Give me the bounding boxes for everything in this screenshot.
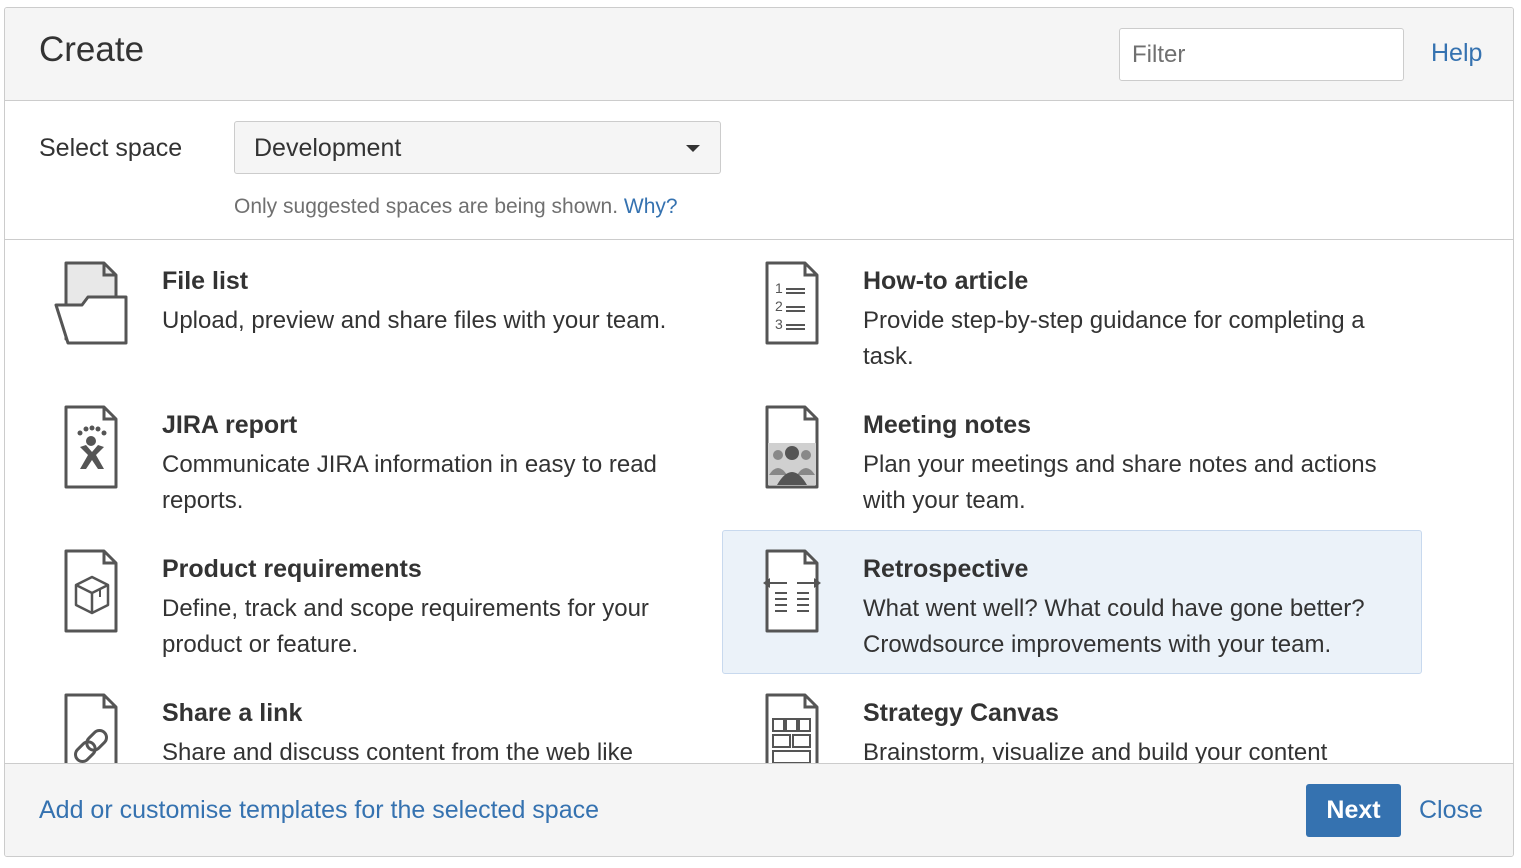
template-meeting-notes[interactable]: Meeting notes Plan your meetings and sha… <box>722 392 1422 536</box>
people-icon <box>765 405 819 489</box>
dialog-header: Create Help <box>5 8 1513 101</box>
template-name: How-to article <box>863 267 1029 295</box>
template-list: File list Upload, preview and share file… <box>5 240 1513 763</box>
template-share-a-link[interactable]: Share a link Share and discuss content f… <box>21 680 721 763</box>
template-description: Provide step-by-step guidance for comple… <box>863 307 1365 370</box>
template-name: Retrospective <box>863 555 1029 583</box>
create-dialog: Create Help Select space Development Onl… <box>4 7 1514 857</box>
template-file-list[interactable]: File list Upload, preview and share file… <box>21 248 721 392</box>
svg-text:1: 1 <box>775 280 783 296</box>
space-select[interactable]: Development <box>234 121 721 174</box>
space-select-value: Development <box>254 134 402 162</box>
template-name: Share a link <box>162 699 303 727</box>
template-how-to-article[interactable]: 1 2 3 How-to article Provide step-by-ste… <box>722 248 1422 392</box>
svg-text:2: 2 <box>775 298 783 314</box>
template-description: Communicate JIRA information in easy to … <box>162 451 657 514</box>
template-product-requirements[interactable]: Product requirements Define, track and s… <box>21 536 721 680</box>
retrospective-icon <box>763 549 821 633</box>
dialog-footer: Add or customise templates for the selec… <box>5 763 1513 856</box>
template-name: Strategy Canvas <box>863 699 1059 727</box>
dialog-title: Create <box>39 30 145 69</box>
chevron-down-icon <box>686 145 700 152</box>
template-strategy-canvas[interactable]: Strategy Canvas Brainstorm, visualize an… <box>722 680 1422 763</box>
template-retrospective[interactable]: Retrospective What went well? What could… <box>722 530 1422 674</box>
template-name: File list <box>162 267 249 295</box>
template-description: What went well? What could have gone bet… <box>863 595 1365 658</box>
select-space-label: Select space <box>39 134 183 162</box>
next-button[interactable]: Next <box>1306 784 1401 837</box>
template-description: Plan your meetings and share notes and a… <box>863 451 1377 514</box>
svg-text:3: 3 <box>775 316 783 332</box>
folder-icon <box>54 261 128 345</box>
close-link[interactable]: Close <box>1419 796 1483 825</box>
box-icon <box>64 549 118 633</box>
template-jira-report[interactable]: JIRA report Communicate JIRA information… <box>21 392 721 536</box>
template-name: Meeting notes <box>863 411 1032 439</box>
customise-templates-link[interactable]: Add or customise templates for the selec… <box>39 796 599 825</box>
why-link[interactable]: Why? <box>624 195 678 218</box>
space-selector-row: Select space Development Only suggested … <box>5 101 1513 240</box>
space-hint-text: Only suggested spaces are being shown. <box>234 195 619 218</box>
space-hint: Only suggested spaces are being shown. W… <box>234 195 678 219</box>
template-description: Brainstorm, visualize and build your con… <box>863 739 1328 763</box>
help-link[interactable]: Help <box>1431 39 1482 68</box>
canvas-icon <box>765 693 819 763</box>
template-description: Define, track and scope requirements for… <box>162 595 649 658</box>
link-icon <box>64 693 118 763</box>
template-description: Share and discuss content from the web l… <box>162 739 633 763</box>
template-name: Product requirements <box>162 555 422 583</box>
template-name: JIRA report <box>162 411 298 439</box>
jira-icon <box>64 405 118 489</box>
template-description: Upload, preview and share files with you… <box>162 307 667 334</box>
filter-input[interactable] <box>1119 28 1404 81</box>
numbered-list-icon: 1 2 3 <box>765 261 819 345</box>
